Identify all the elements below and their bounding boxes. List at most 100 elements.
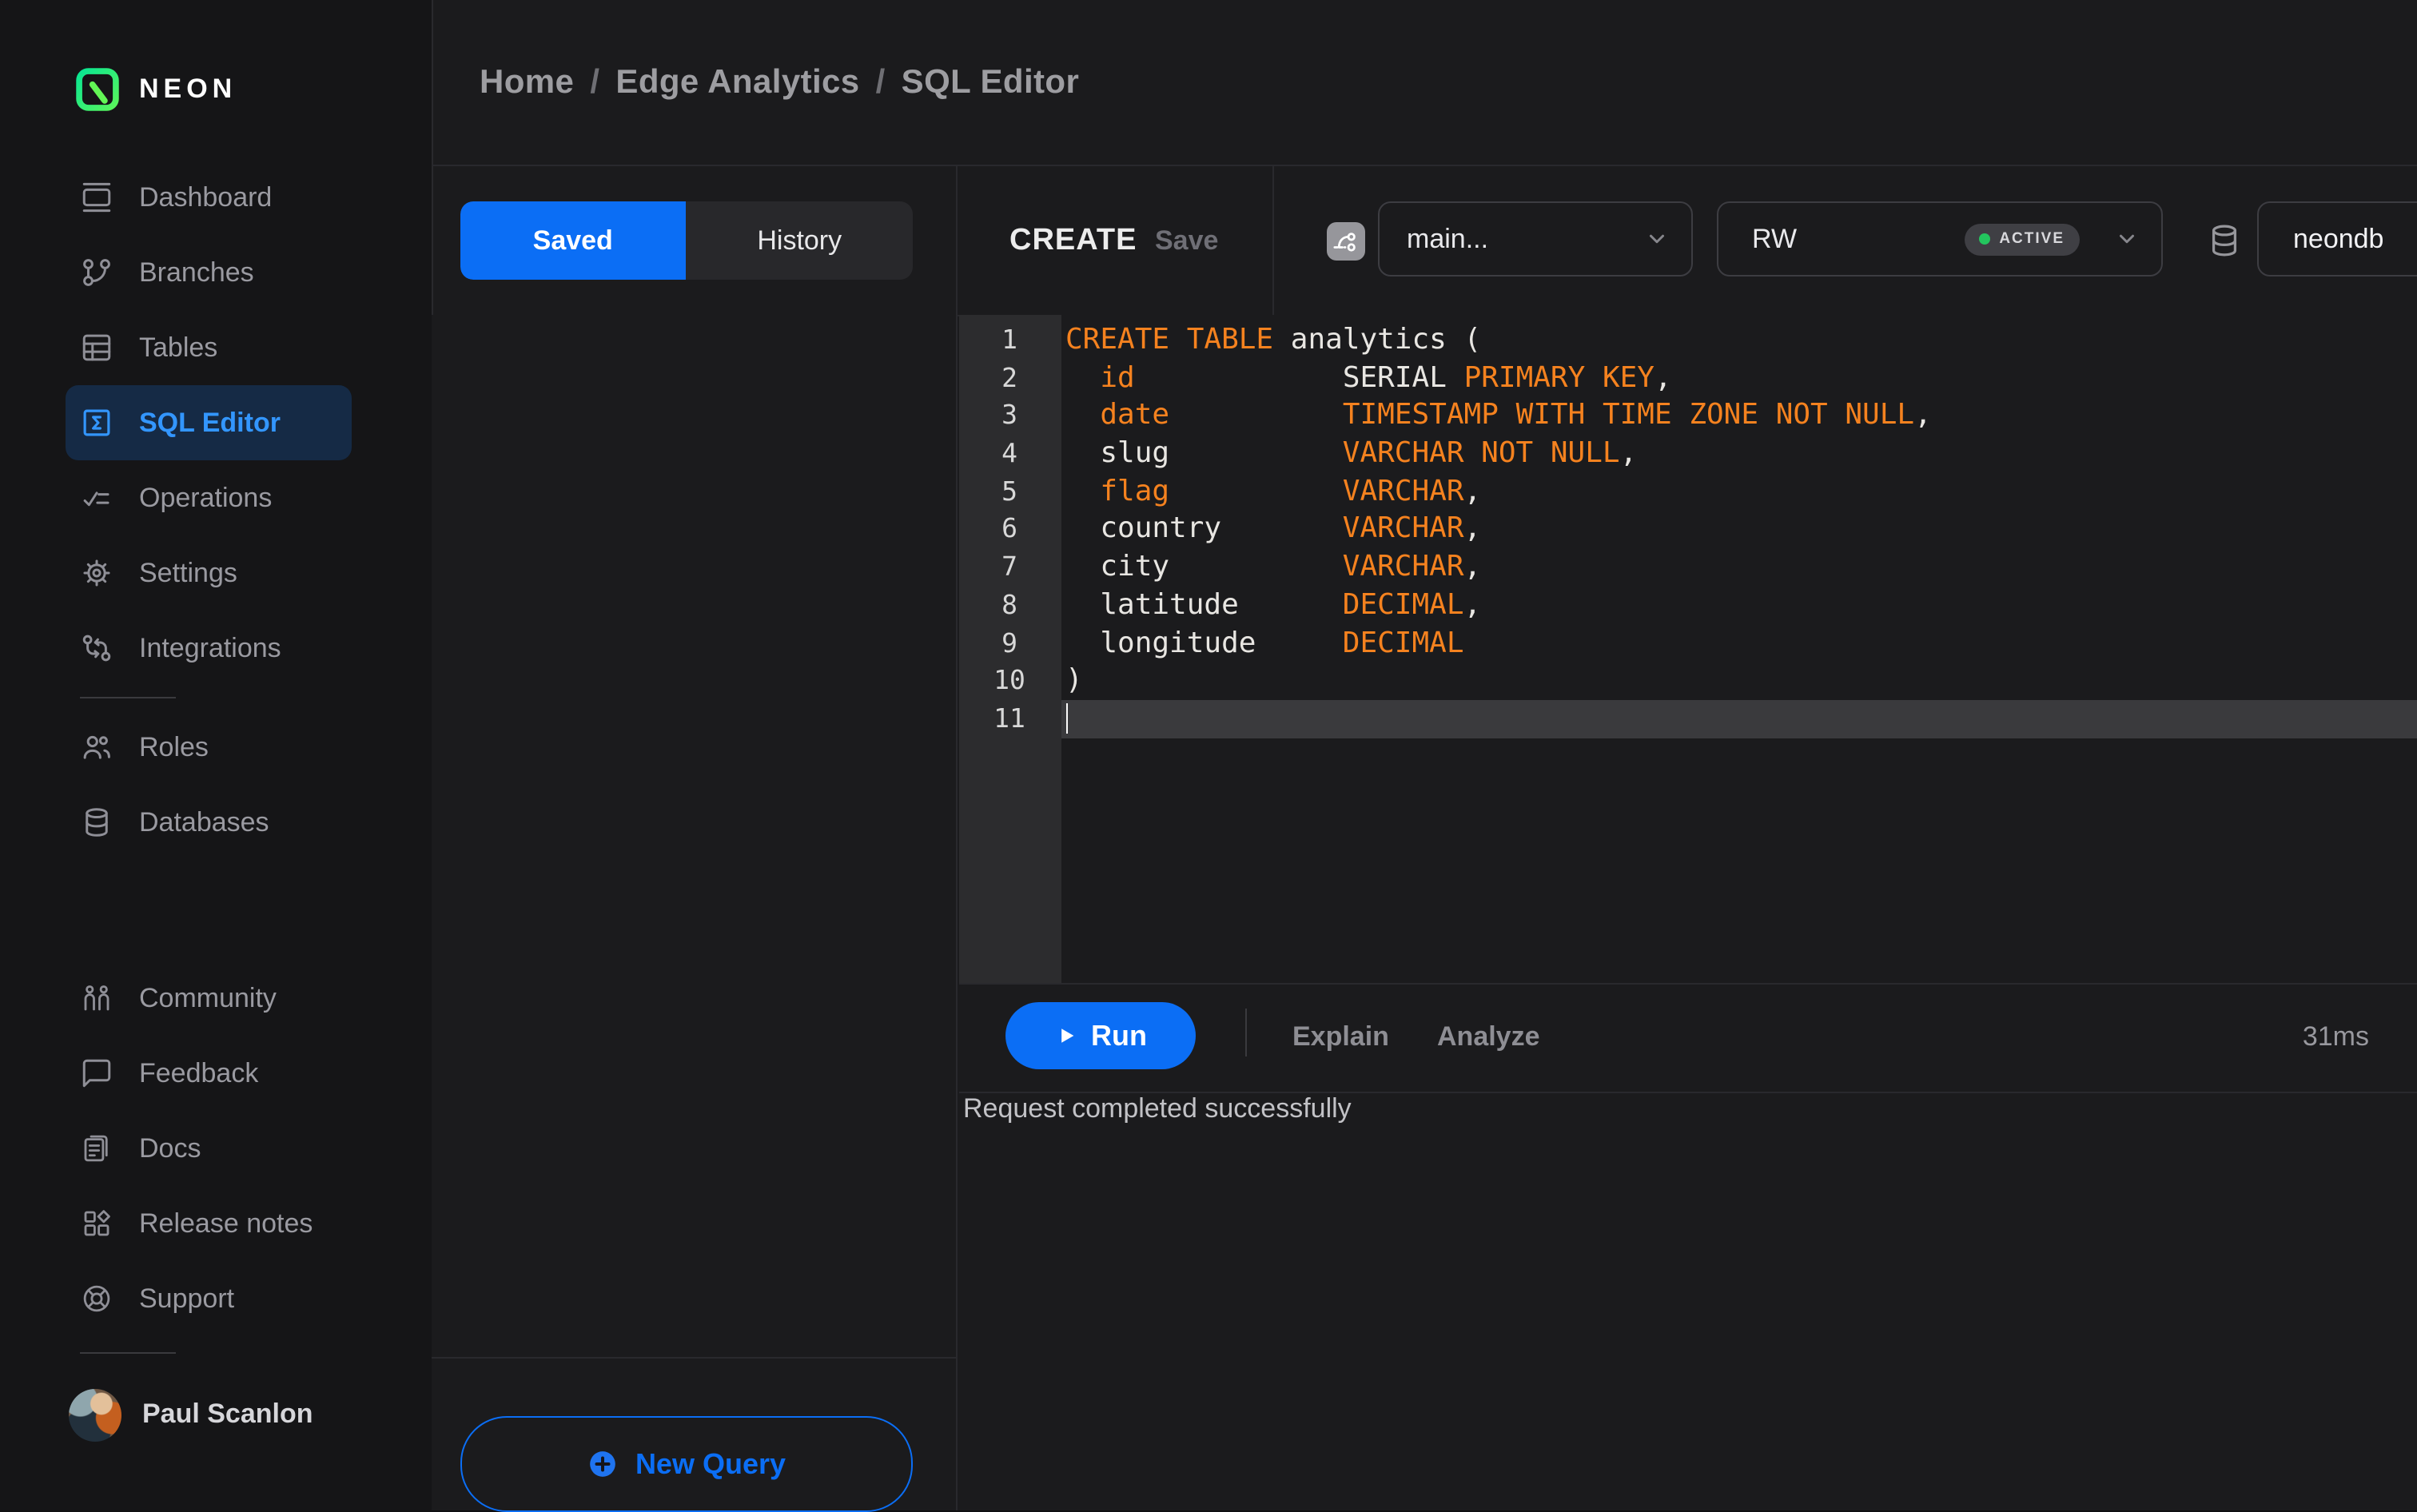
sidebar-item-support[interactable]: Support — [66, 1261, 352, 1336]
sidebar-nav-primary: Dashboard Branches Tables SQL Editor Ope… — [0, 160, 432, 686]
code-line-4: 4 slug VARCHAR NOT NULL, — [958, 435, 2417, 472]
line-content — [1061, 699, 2417, 738]
chevron-down-icon — [1650, 234, 1664, 244]
code-line-8: 8 latitude DECIMAL, — [958, 587, 2417, 624]
sidebar-nav-database: Roles Databases — [0, 710, 432, 860]
line-content: slug VARCHAR NOT NULL, — [1065, 436, 1638, 471]
code-line-5: 5 flag VARCHAR, — [958, 473, 2417, 511]
sidebar-item-operations[interactable]: Operations — [66, 460, 352, 535]
sidebar-divider — [80, 697, 176, 698]
sidebar-item-settings[interactable]: Settings — [66, 535, 352, 611]
brand-logo[interactable]: NEON — [75, 67, 237, 112]
sidebar-item-community[interactable]: Community — [66, 961, 352, 1036]
query-list-header: Saved History — [432, 166, 957, 315]
query-title: CREATE — [1009, 223, 1137, 257]
breadcrumb-project[interactable]: Edge Analytics — [615, 63, 859, 100]
breadcrumb-separator: / — [875, 63, 886, 100]
branches-icon — [80, 256, 113, 289]
sidebar-item-databases[interactable]: Databases — [66, 785, 352, 860]
sidebar-item-integrations[interactable]: Integrations — [66, 611, 352, 686]
line-number: 4 — [1001, 438, 1017, 469]
database-select[interactable]: neondb — [2256, 201, 2417, 277]
toolbar-divider — [1272, 166, 1273, 315]
sidebar-item-roles[interactable]: Roles — [66, 710, 352, 785]
line-number: 2 — [1001, 362, 1017, 393]
saved-history-toggle: Saved History — [460, 201, 913, 280]
breadcrumb-separator: / — [590, 63, 600, 100]
editor-toolbar: CREATE Save main... RW ACTIVE neondb — [958, 166, 2417, 315]
panel-divider — [432, 1357, 955, 1359]
plus-circle-icon — [591, 1451, 616, 1477]
status-dot-icon — [1978, 233, 1990, 245]
database-icon — [2212, 225, 2237, 257]
user-menu[interactable]: Paul Scanlon — [69, 1376, 313, 1453]
breadcrumb-page: SQL Editor — [901, 63, 1080, 100]
branch-select-value: main... — [1407, 223, 1489, 253]
integrations-icon — [80, 631, 113, 665]
run-button[interactable]: Run — [1005, 1002, 1196, 1069]
query-duration: 31ms — [2302, 1021, 2369, 1051]
sidebar-item-tables[interactable]: Tables — [66, 310, 352, 385]
brand-wordmark: NEON — [139, 74, 237, 104]
text-cursor — [1065, 702, 1068, 734]
neon-logo-icon — [76, 68, 119, 111]
new-query-button[interactable]: New Query — [460, 1416, 913, 1512]
action-divider — [1244, 1009, 1246, 1056]
sidebar-item-sql-editor[interactable]: SQL Editor — [66, 385, 352, 460]
compute-select-value: RW — [1752, 223, 1798, 253]
line-content: id SERIAL PRIMARY KEY, — [1100, 360, 1672, 395]
sidebar-item-branches[interactable]: Branches — [66, 235, 352, 310]
code-line-1: 1 CREATE TABLE analytics ( — [958, 321, 2417, 359]
roles-icon — [80, 730, 113, 764]
line-content: longitude DECIMAL — [1065, 626, 1464, 659]
status-badge-label: ACTIVE — [1999, 230, 2065, 248]
line-number: 10 — [993, 665, 1025, 696]
feedback-icon — [80, 1056, 113, 1090]
chevron-down-icon — [2119, 234, 2133, 244]
database-select-value: neondb — [2293, 223, 2384, 253]
breadcrumb: Home / Edge Analytics / SQL Editor — [480, 63, 1079, 101]
line-number: 6 — [1001, 513, 1017, 544]
branch-select[interactable]: main... — [1378, 201, 1693, 277]
line-number: 9 — [1001, 627, 1017, 658]
sql-code-editor[interactable]: 1 CREATE TABLE analytics (2 id SERIAL PRI… — [958, 321, 2417, 738]
branch-button[interactable] — [1327, 222, 1364, 260]
line-content: flag VARCHAR, — [1100, 474, 1482, 508]
user-name: Paul Scanlon — [142, 1399, 313, 1429]
sidebar: NEON Dashboard Branches Tables SQL Edito… — [0, 0, 433, 1510]
line-content: date TIMESTAMP WITH TIME ZONE NOT NULL, — [1100, 398, 1932, 432]
status-badge: ACTIVE — [1964, 223, 2079, 255]
line-number: 3 — [1001, 400, 1017, 431]
support-icon — [80, 1282, 113, 1315]
code-line-3: 3 date TIMESTAMP WITH TIME ZONE NOT NULL… — [958, 397, 2417, 435]
code-line-10: 10) — [958, 662, 2417, 699]
sidebar-item-release-notes[interactable]: Release notes — [66, 1186, 352, 1261]
save-button[interactable]: Save — [1155, 166, 1218, 315]
line-number: 7 — [1001, 551, 1017, 583]
operations-icon — [80, 481, 113, 515]
sidebar-item-feedback[interactable]: Feedback — [66, 1036, 352, 1111]
status-message: Request completed successfully — [963, 1093, 1352, 1124]
play-icon — [1061, 1029, 1073, 1043]
line-number: 5 — [1001, 475, 1017, 507]
sidebar-item-docs[interactable]: Docs — [66, 1111, 352, 1186]
explain-button[interactable]: Explain — [1292, 985, 1389, 1088]
analyze-button[interactable]: Analyze — [1437, 985, 1540, 1088]
databases-icon — [80, 806, 113, 839]
code-line-2: 2 id SERIAL PRIMARY KEY, — [958, 359, 2417, 396]
sidebar-item-dashboard[interactable]: Dashboard — [66, 160, 352, 235]
line-number: 1 — [1001, 324, 1017, 355]
line-number: 8 — [1001, 589, 1017, 620]
dashboard-icon — [80, 181, 113, 214]
release-notes-icon — [80, 1207, 113, 1240]
compute-select[interactable]: RW ACTIVE — [1717, 201, 2162, 277]
tab-saved[interactable]: Saved — [460, 201, 687, 280]
breadcrumb-home[interactable]: Home — [480, 63, 574, 100]
line-content: ) — [1065, 663, 1083, 698]
avatar — [69, 1388, 121, 1441]
run-label: Run — [1091, 1019, 1147, 1051]
tab-history[interactable]: History — [687, 201, 914, 280]
editor-panel: 1 CREATE TABLE analytics (2 id SERIAL PRI… — [958, 315, 2417, 1510]
saved-queries-panel: New Query — [432, 315, 957, 1512]
sidebar-divider — [80, 1352, 176, 1354]
